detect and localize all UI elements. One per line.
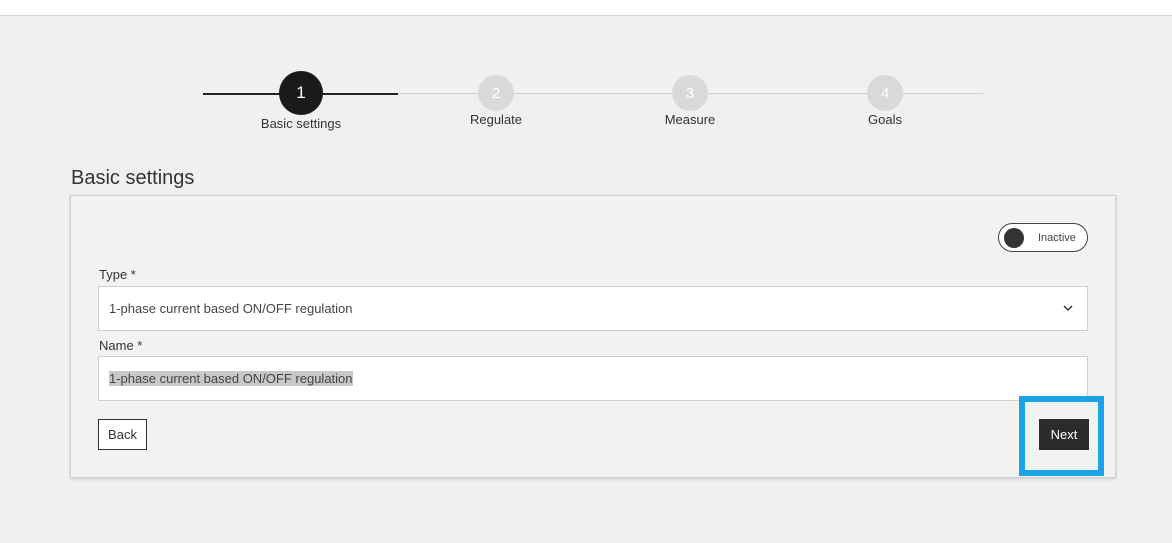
chevron-down-icon <box>1063 305 1073 312</box>
type-select-value: 1-phase current based ON/OFF regulation <box>109 301 353 316</box>
next-button-highlight <box>1019 396 1104 476</box>
name-input[interactable]: 1-phase current based ON/OFF regulation <box>98 356 1088 401</box>
step-2-label: Regulate <box>469 112 523 127</box>
section-title: Basic settings <box>71 167 195 189</box>
type-select[interactable]: 1-phase current based ON/OFF regulation <box>98 286 1088 331</box>
top-bar <box>0 0 1172 16</box>
step-4-circle[interactable]: 4 <box>867 75 903 111</box>
status-toggle[interactable]: Inactive <box>998 223 1088 252</box>
type-label: Type * <box>99 267 136 282</box>
toggle-knob <box>1004 227 1024 248</box>
basic-settings-card: Inactive Type * 1-phase current based ON… <box>70 195 1116 478</box>
step-3-label: Measure <box>664 112 716 127</box>
name-label: Name * <box>99 338 143 353</box>
step-1-label: Basic settings <box>260 116 342 131</box>
step-3-circle[interactable]: 3 <box>672 75 708 111</box>
step-1-circle[interactable]: 1 <box>279 71 323 115</box>
name-input-value: 1-phase current based ON/OFF regulation <box>109 371 353 386</box>
step-4-label: Goals <box>868 112 902 127</box>
step-2-circle[interactable]: 2 <box>478 75 514 111</box>
back-button[interactable]: Back <box>98 419 147 450</box>
status-toggle-label: Inactive <box>1038 231 1076 244</box>
